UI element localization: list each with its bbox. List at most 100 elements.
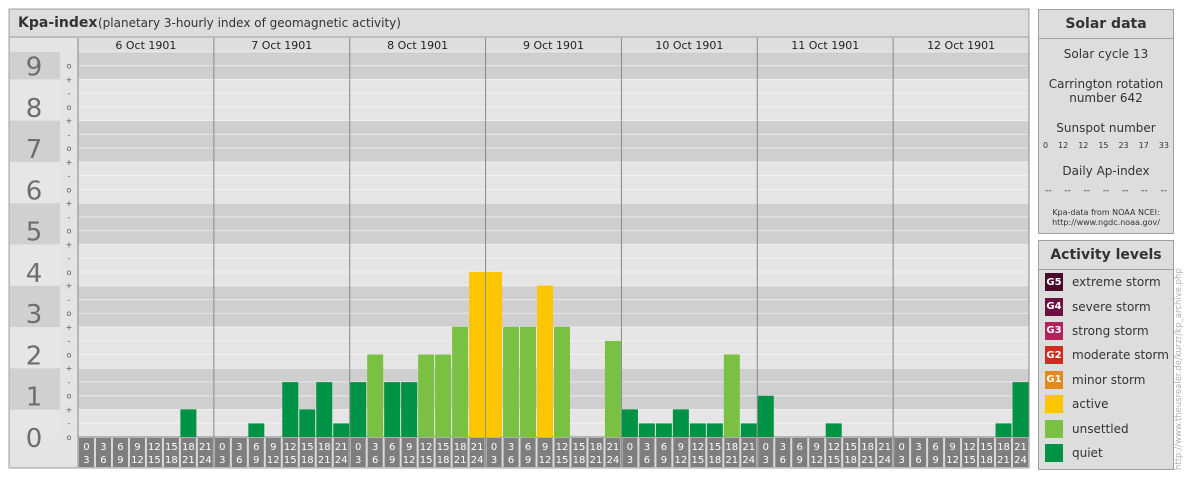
interval-start-label: 9 <box>678 442 684 453</box>
ap-values: -- -- -- -- -- -- -- <box>1039 186 1173 196</box>
interval-end-label: 12 <box>131 455 144 466</box>
sunspot-value: 0 <box>1043 141 1049 150</box>
interval-end-label: 6 <box>236 455 242 466</box>
interval-end-label: 18 <box>301 455 314 466</box>
day-label: 9 Oct 1901 <box>523 39 584 52</box>
interval-end-label: 24 <box>742 455 755 466</box>
sub-tick-label: - <box>68 337 71 346</box>
level-swatch: G5 <box>1045 273 1063 292</box>
interval-start-label: 21 <box>471 442 484 453</box>
interval-end-label: 24 <box>1014 455 1027 466</box>
interval-end-label: 6 <box>100 455 106 466</box>
sub-tick-label: - <box>68 295 71 304</box>
day-label: 7 Oct 1901 <box>251 39 312 52</box>
level-band <box>78 79 1029 121</box>
sunspot-value: 12 <box>1058 141 1069 150</box>
kpa-bar <box>554 326 570 437</box>
interval-start-label: 21 <box>742 442 755 453</box>
interval-start-label: 18 <box>861 442 874 453</box>
solar-cycle: Solar cycle 13 <box>1063 47 1149 61</box>
interval-end-label: 24 <box>878 455 891 466</box>
level-label: moderate storm <box>1072 348 1169 363</box>
source-line-2: http://www.ngdc.noaa.gov/ <box>1052 218 1160 227</box>
sunspot-title: Sunspot number <box>1056 121 1156 135</box>
interval-end-label: 15 <box>827 455 840 466</box>
kpa-bar <box>638 423 655 437</box>
interval-end-label: 6 <box>644 455 650 466</box>
interval-end-label: 9 <box>117 455 123 466</box>
interval-end-label: 21 <box>182 455 195 466</box>
interval-start-label: 6 <box>389 442 395 453</box>
kpa-chart: 0123456789o-+o-+o-+o-+o-+o-+o-+o-+o-+o6 … <box>8 8 1030 469</box>
sub-tick-label: o <box>67 350 72 359</box>
interval-end-label: 18 <box>437 455 450 466</box>
kpa-bar <box>520 326 537 437</box>
kpa-bar <box>435 354 452 437</box>
activity-levels-title: Activity levels <box>1039 241 1173 270</box>
ap-value: -- <box>1045 186 1052 196</box>
y-tick-label: 8 <box>26 94 43 124</box>
level-band <box>78 368 1029 410</box>
kpa-bar <box>672 409 689 437</box>
interval-start-label: 12 <box>963 442 976 453</box>
y-tick-label: 1 <box>26 383 43 413</box>
level-label: unsettled <box>1072 421 1129 436</box>
interval-end-label: 6 <box>372 455 378 466</box>
interval-end-label: 12 <box>539 455 552 466</box>
kpa-bar <box>825 423 842 437</box>
interval-end-label: 12 <box>403 455 416 466</box>
interval-start-label: 21 <box>199 442 212 453</box>
level-swatch: G4 <box>1045 297 1063 316</box>
interval-end-label: 3 <box>898 455 904 466</box>
kpa-bar <box>384 382 401 437</box>
interval-start-label: 9 <box>949 442 955 453</box>
data-source-note: Kpa-data from NOAA NCEI: http://www.ngdc… <box>1039 208 1173 228</box>
interval-start-label: 18 <box>454 442 467 453</box>
interval-start-label: 18 <box>725 442 738 453</box>
sunspot-value: 15 <box>1098 141 1109 150</box>
y-tick-label: 5 <box>26 218 43 248</box>
sub-tick-label: + <box>66 240 73 249</box>
sub-tick-label: + <box>66 364 73 373</box>
ap-title: Daily Ap-index <box>1062 164 1150 178</box>
interval-end-label: 12 <box>810 455 823 466</box>
kpa-bar <box>706 423 723 437</box>
interval-end-label: 3 <box>627 455 633 466</box>
y-tick-label: 2 <box>26 341 43 371</box>
interval-start-label: 12 <box>420 442 433 453</box>
interval-end-label: 21 <box>454 455 467 466</box>
interval-start-label: 3 <box>372 442 378 453</box>
interval-end-label: 24 <box>607 455 620 466</box>
interval-end-label: 3 <box>219 455 225 466</box>
activity-level-item: active <box>1039 392 1173 416</box>
interval-start-label: 21 <box>1014 442 1027 453</box>
sub-tick-label: o <box>67 433 72 442</box>
sub-tick-label: + <box>66 405 73 414</box>
interval-end-label: 3 <box>763 455 769 466</box>
kpa-bar <box>316 382 333 437</box>
sub-tick-label: - <box>68 172 71 181</box>
day-label: 12 Oct 1901 <box>927 39 995 52</box>
sub-tick-label: + <box>66 323 73 332</box>
interval-start-label: 0 <box>355 442 361 453</box>
interval-end-label: 6 <box>915 455 921 466</box>
ap-value: -- <box>1141 186 1148 196</box>
kpa-bar <box>418 354 435 437</box>
interval-start-label: 15 <box>844 442 857 453</box>
sub-tick-label: o <box>67 144 72 153</box>
interval-start-label: 12 <box>148 442 161 453</box>
interval-end-label: 15 <box>148 455 161 466</box>
sub-tick-label: + <box>66 117 73 126</box>
kpa-bar <box>452 326 469 437</box>
interval-end-label: 9 <box>797 455 803 466</box>
kpa-bar <box>180 409 197 437</box>
sub-tick-label: + <box>66 199 73 208</box>
interval-start-label: 3 <box>644 442 650 453</box>
sub-tick-label: o <box>67 392 72 401</box>
interval-start-label: 15 <box>573 442 586 453</box>
sub-tick-label: + <box>66 282 73 291</box>
activity-level-item: quiet <box>1039 441 1173 465</box>
interval-start-label: 18 <box>997 442 1010 453</box>
interval-start-label: 18 <box>318 442 331 453</box>
interval-start-label: 0 <box>763 442 769 453</box>
